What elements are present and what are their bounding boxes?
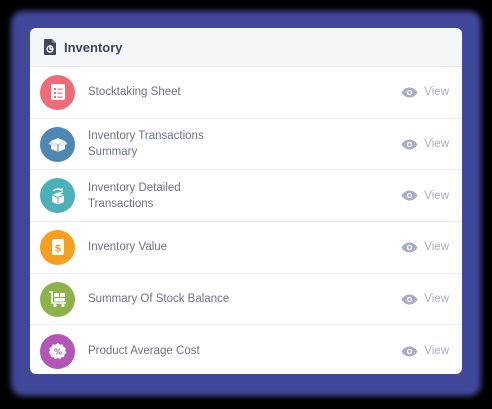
open-box-icon (40, 126, 75, 162)
checklist-icon (40, 74, 75, 110)
list-item-label: Stocktaking Sheet (88, 86, 181, 99)
box-exchange-icon (40, 178, 75, 214)
eye-icon (401, 294, 418, 305)
list-item-label: Inventory Transactions Summary (88, 130, 204, 159)
dollar-tag-icon: $ (40, 229, 75, 265)
list-item-label: Inventory Detailed Transactions (88, 181, 181, 210)
eye-icon (401, 190, 418, 201)
list-item-label: Product Average Cost (88, 345, 200, 358)
panel-header: Inventory (30, 28, 462, 67)
view-button-inventory-transactions-summary[interactable]: View (401, 138, 449, 150)
view-label: View (424, 138, 449, 151)
list-item-summary-of-stock-balance: Summary Of Stock Balance View (30, 274, 462, 326)
view-label: View (424, 241, 449, 254)
view-button-stocktaking-sheet[interactable]: View (401, 86, 449, 98)
inventory-reports-panel: Inventory Stocktaking Sheet View Invento… (30, 28, 462, 374)
view-button-inventory-value[interactable]: View (401, 241, 449, 253)
panel-title: Inventory (64, 39, 123, 55)
list-item-inventory-transactions-summary: Inventory Transactions Summary View (30, 119, 462, 171)
view-label: View (424, 345, 449, 358)
eye-icon (401, 139, 418, 150)
view-button-summary-of-stock-balance[interactable]: View (401, 293, 449, 305)
list-item-inventory-value: $ Inventory Value View (30, 222, 462, 274)
svg-text:%: % (53, 348, 61, 357)
view-button-inventory-detailed-transactions[interactable]: View (401, 190, 449, 202)
view-label: View (424, 86, 449, 99)
list-item-label: Summary Of Stock Balance (88, 293, 230, 306)
document-report-icon (43, 39, 57, 55)
list-item-product-average-cost: % Product Average Cost View (30, 325, 462, 374)
eye-icon (401, 87, 418, 98)
percent-tag-icon: % (40, 333, 75, 369)
eye-icon (401, 242, 418, 253)
view-button-product-average-cost[interactable]: View (401, 345, 449, 357)
list-item-stocktaking-sheet: Stocktaking Sheet View (30, 67, 462, 119)
view-label: View (424, 293, 449, 306)
cart-boxes-icon (40, 281, 75, 317)
list-item-inventory-detailed-transactions: Inventory Detailed Transactions View (30, 170, 462, 223)
list-item-label: Inventory Value (88, 241, 168, 254)
view-label: View (424, 189, 449, 202)
eye-icon (401, 346, 418, 357)
svg-text:$: $ (54, 244, 61, 255)
